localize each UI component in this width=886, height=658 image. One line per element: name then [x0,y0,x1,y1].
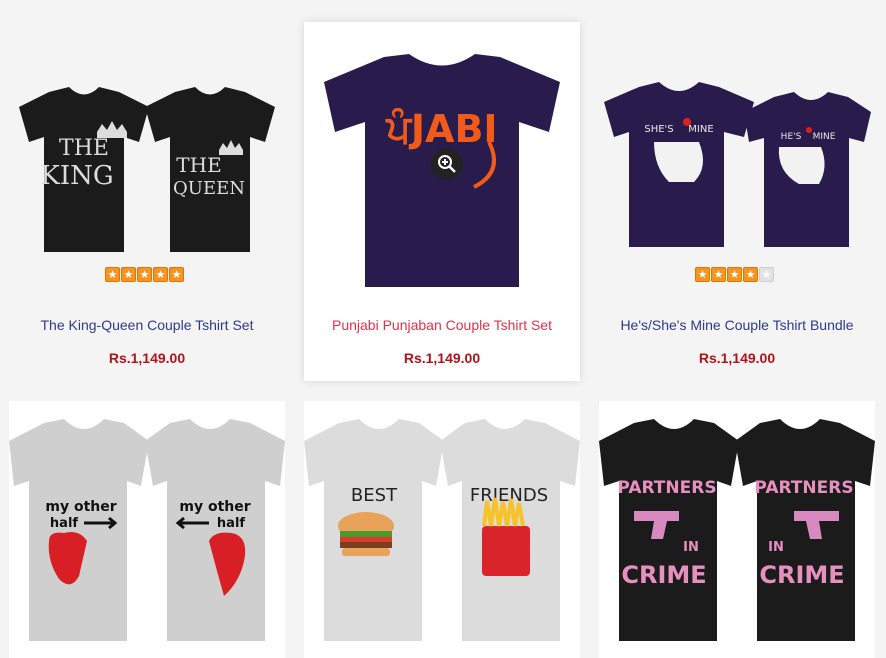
product-card[interactable]: my other half my other half [9,401,285,658]
shirt-print-text: HE'S [781,132,802,142]
product-price: Rs.1,149.00 [698,350,776,366]
star-icon: ★ [137,267,152,282]
star-icon: ★ [105,267,120,282]
product-grid: THE KING THE QUEEN ★ ★ ★ ★ ★ The King-Qu… [0,0,886,658]
product-image[interactable]: BEST FRIENDS [304,401,580,658]
product-card[interactable]: BEST FRIENDS [304,401,580,658]
shirt-print-text: MINE [688,124,713,135]
shirt-print-text: half [217,516,245,531]
star-icon: ★ [153,267,168,282]
product-price: Rs.1,149.00 [108,350,186,366]
product-name-link[interactable]: Punjabi Punjaban Couple Tshirt Set [304,317,580,333]
star-icon: ★ [121,267,136,282]
shirt-print-text: MINE [813,132,836,142]
rating-stars: ★ ★ ★ ★ ★ [695,267,774,282]
star-icon: ★ [727,267,742,282]
product-name-link[interactable]: He's/She's Mine Couple Tshirt Bundle [599,317,875,333]
shirt-print-text: THE [176,153,221,177]
shirt-print-text: THE [59,136,109,161]
star-icon: ★ [743,267,758,282]
product-image[interactable]: my other half my other half [9,401,285,658]
shirt-print-text: SHE'S [644,124,673,135]
shirt-print-text: my other [179,499,250,515]
product-image[interactable]: PARTNERS IN CRIME PARTNERS IN CRIME [599,401,875,658]
shirt-print-text: QUEEN [173,178,245,199]
star-icon: ★ [759,267,774,282]
shirt-print-text: BEST [351,485,398,506]
product-card[interactable]: ਪੰJABI Punjabi Punjaban Couple Tshirt Se… [304,22,580,381]
star-icon: ★ [169,267,184,282]
product-card[interactable]: PARTNERS IN CRIME PARTNERS IN CRIME [599,401,875,658]
product-image[interactable]: THE KING THE QUEEN [9,72,285,272]
product-card[interactable]: SHE'S MINE HE'S MINE ★ ★ ★ ★ ★ He's/She'… [599,22,875,382]
product-price: Rs.1,149.00 [403,350,481,366]
shirt-print-text: CRIME [621,561,706,589]
shirt-print-text: IN [683,540,699,555]
shirt-print-text: my other [45,499,116,515]
shirt-print-text: PARTNERS [754,478,853,498]
star-icon: ★ [711,267,726,282]
zoom-button[interactable] [431,148,463,180]
product-card[interactable]: THE KING THE QUEEN ★ ★ ★ ★ ★ The King-Qu… [9,22,285,382]
shirt-print-text: CRIME [759,561,844,589]
shirt-print-text: PARTNERS [617,478,716,498]
star-icon: ★ [695,267,710,282]
magnifier-plus-icon [438,155,456,173]
rating-stars: ★ ★ ★ ★ ★ [105,267,184,282]
product-image[interactable]: SHE'S MINE HE'S MINE [599,72,875,272]
product-name-link[interactable]: The King-Queen Couple Tshirt Set [9,317,285,333]
shirt-print-text: half [50,516,78,531]
shirt-print-text: IN [768,540,784,555]
shirt-print-text: KING [40,161,113,191]
shirt-print-text: ਪੰJABI [385,107,497,151]
